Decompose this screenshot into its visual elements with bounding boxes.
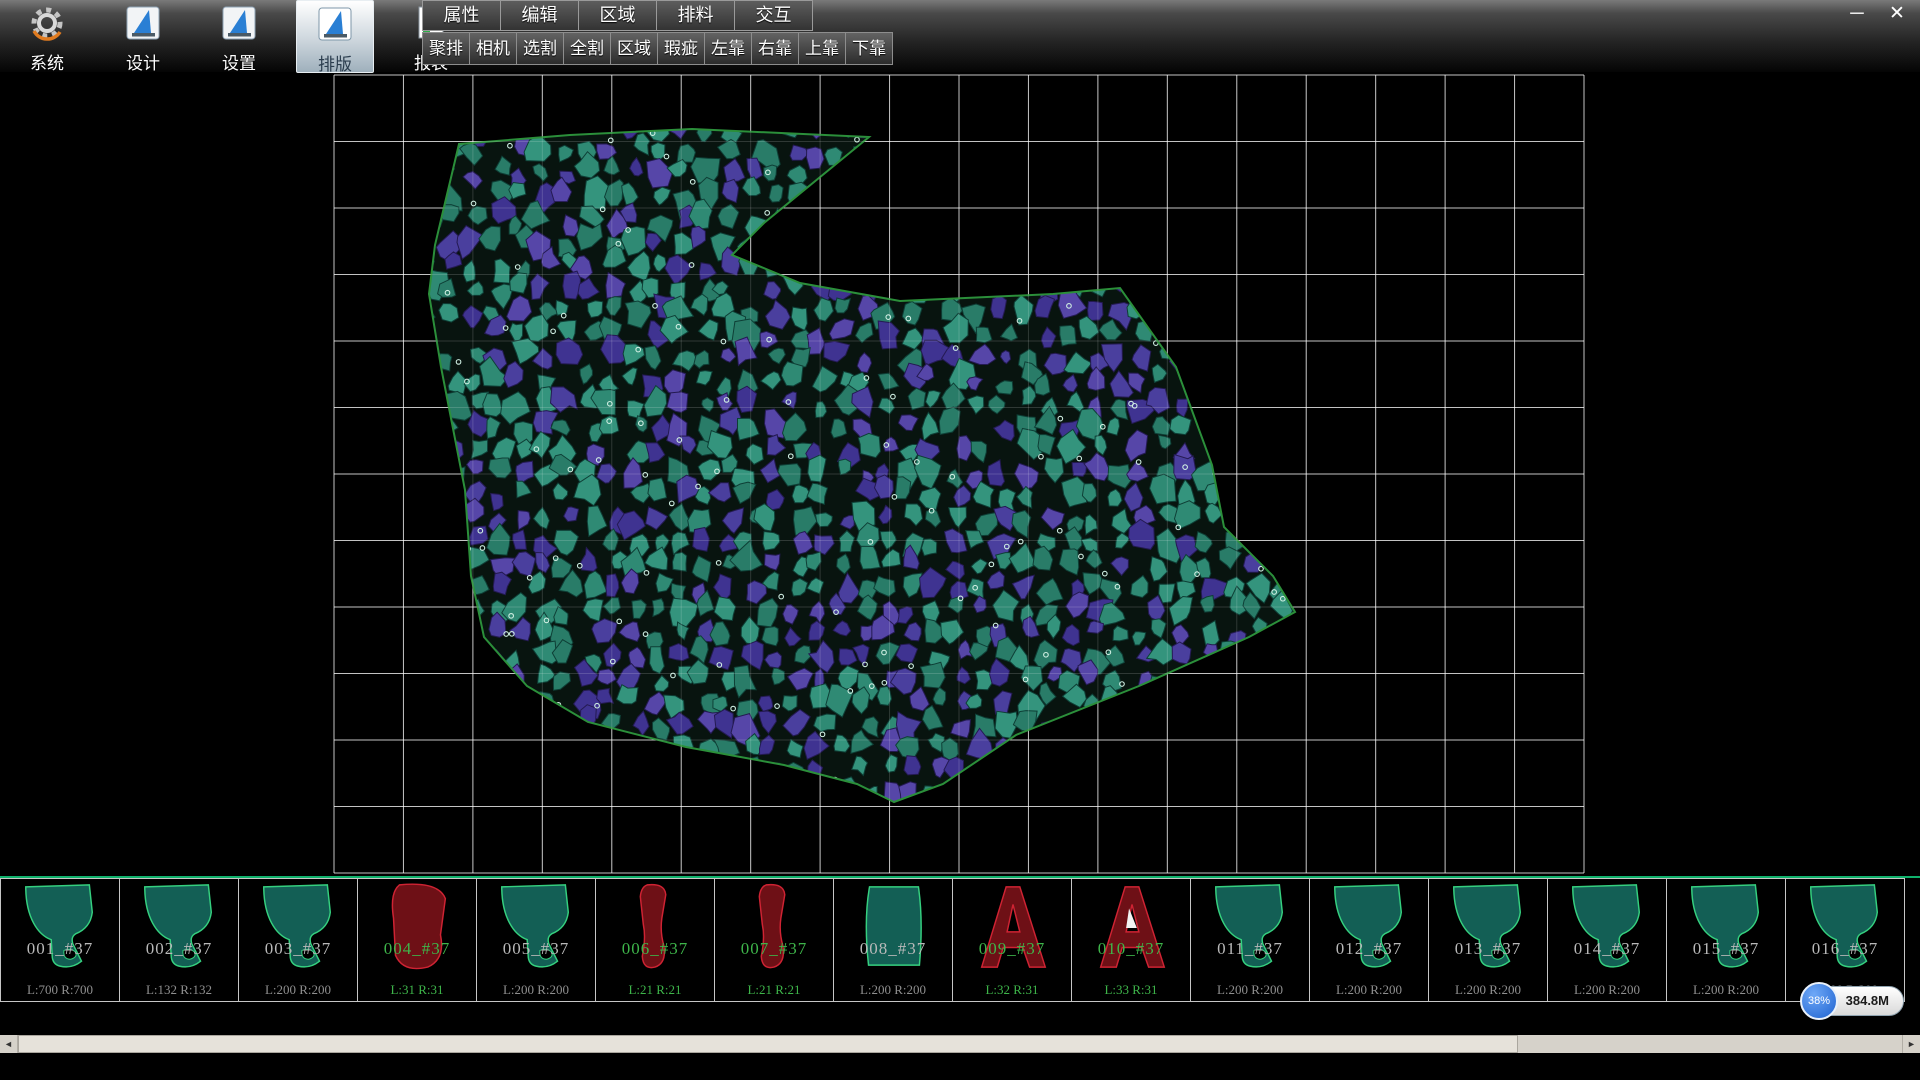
piece-id: 010_#37	[1072, 939, 1190, 959]
scroll-left-arrow[interactable]: ◄	[0, 1035, 18, 1053]
piece-thumbnail-strip: 001_#37L:700 R:700002_#37L:132 R:132003_…	[0, 876, 1920, 1002]
piece-id: 007_#37	[715, 939, 833, 959]
piece-lr-count: L:200 R:200	[1191, 982, 1309, 998]
tool-button-9[interactable]: 上靠	[798, 32, 846, 65]
tool-button-3[interactable]: 选割	[516, 32, 564, 65]
menu-tab-1[interactable]: 属性	[422, 0, 501, 31]
progress-circle: 38%	[1800, 982, 1838, 1020]
piece-lr-count: L:200 R:200	[477, 982, 595, 998]
menu-tab-row: 属性编辑区域排料交互	[422, 0, 892, 31]
piece-id: 013_#37	[1429, 939, 1547, 959]
toolbar-button-1[interactable]: 系统	[8, 0, 86, 73]
toolbar-button-4[interactable]: 排版	[296, 0, 374, 73]
piece-id: 001_#37	[1, 939, 119, 959]
piece-thumbnail[interactable]: 011_#37 L:200 R:200	[1190, 878, 1310, 1002]
piece-thumbnail[interactable]: 015_#37 L:200 R:200	[1666, 878, 1786, 1002]
piece-id: 015_#37	[1667, 939, 1785, 959]
main-toolbar: 系统设计设置排版报表	[8, 0, 470, 73]
minimize-button[interactable]: ─	[1844, 2, 1870, 26]
tool-button-8[interactable]: 右靠	[751, 32, 799, 65]
nesting-canvas-svg	[0, 73, 1920, 878]
piece-id: 002_#37	[120, 939, 238, 959]
design-icon	[124, 4, 162, 47]
piece-lr-count: L:33 R:31	[1072, 982, 1190, 998]
horizontal-scrollbar[interactable]: ◄ ►	[0, 1035, 1920, 1053]
nesting-canvas[interactable]	[0, 73, 1920, 878]
piece-lr-count: L:200 R:200	[1310, 982, 1428, 998]
piece-thumbnail[interactable]: 009_#37 L:32 R:31	[952, 878, 1072, 1002]
piece-id: 003_#37	[239, 939, 357, 959]
toolbar-button-label: 排版	[318, 50, 352, 75]
piece-id: 011_#37	[1191, 939, 1309, 959]
piece-lr-count: L:700 R:700	[1, 982, 119, 998]
tool-button-1[interactable]: 聚排	[422, 32, 470, 65]
close-button[interactable]: ✕	[1884, 2, 1910, 26]
piece-thumbnail[interactable]: 008_#37 L:200 R:200	[833, 878, 953, 1002]
menu-tab-4[interactable]: 排料	[656, 0, 735, 31]
toolbar-button-label: 设置	[222, 49, 256, 74]
piece-lr-count: L:31 R:31	[358, 982, 476, 998]
toolbar-button-2[interactable]: 设计	[104, 0, 182, 73]
layout-icon	[316, 5, 354, 48]
window-controls: ─ ✕	[1844, 2, 1910, 26]
settings-icon	[220, 4, 258, 47]
piece-lr-count: L:200 R:200	[1667, 982, 1785, 998]
scrollbar-thumb[interactable]	[18, 1035, 1518, 1053]
scroll-right-arrow[interactable]: ►	[1902, 1035, 1920, 1053]
piece-id: 016_#37	[1786, 939, 1904, 959]
tool-button-2[interactable]: 相机	[469, 32, 517, 65]
menu-tab-3[interactable]: 区域	[578, 0, 657, 31]
toolbar-button-3[interactable]: 设置	[200, 0, 278, 73]
piece-thumbnail[interactable]: 001_#37 L:700 R:700	[0, 878, 120, 1002]
menu-tab-2[interactable]: 编辑	[500, 0, 579, 31]
piece-id: 012_#37	[1310, 939, 1428, 959]
toolbar-button-label: 系统	[30, 49, 64, 74]
piece-lr-count: L:32 R:31	[953, 982, 1071, 998]
gear-icon	[28, 4, 66, 47]
piece-id: 005_#37	[477, 939, 595, 959]
piece-thumbnail[interactable]: 012_#37 L:200 R:200	[1309, 878, 1429, 1002]
piece-id: 014_#37	[1548, 939, 1666, 959]
piece-thumbnail[interactable]: 016_#37L:200 R:200	[1785, 878, 1905, 1002]
piece-lr-count: L:21 R:21	[715, 982, 833, 998]
tool-button-5[interactable]: 区域	[610, 32, 658, 65]
piece-id: 008_#37	[834, 939, 952, 959]
menu-tab-5[interactable]: 交互	[734, 0, 813, 31]
piece-thumbnail[interactable]: 002_#37 L:132 R:132	[119, 878, 239, 1002]
piece-thumbnail[interactable]: 013_#37 L:200 R:200	[1428, 878, 1548, 1002]
piece-thumbnail[interactable]: 004_#37 L:31 R:31	[357, 878, 477, 1002]
piece-id: 009_#37	[953, 939, 1071, 959]
piece-thumbnail[interactable]: 005_#37 L:200 R:200	[476, 878, 596, 1002]
toolbar-button-label: 设计	[126, 49, 160, 74]
piece-id: 006_#37	[596, 939, 714, 959]
piece-lr-count: L:200 R:200	[834, 982, 952, 998]
piece-lr-count: L:200 R:200	[1548, 982, 1666, 998]
piece-thumbnail[interactable]: 014_#37 L:200 R:200	[1547, 878, 1667, 1002]
piece-thumbnail[interactable]: 007_#37 L:21 R:21	[714, 878, 834, 1002]
tool-button-4[interactable]: 全割	[563, 32, 611, 65]
app-window: 系统设计设置排版报表 属性编辑区域排料交互 聚排相机选割全割区域瑕疵左靠右靠上靠…	[0, 0, 1920, 1080]
piece-id: 004_#37	[358, 939, 476, 959]
menu-area: 属性编辑区域排料交互 聚排相机选割全割区域瑕疵左靠右靠上靠下靠	[422, 0, 892, 66]
tool-button-7[interactable]: 左靠	[704, 32, 752, 65]
piece-lr-count: L:200 R:200	[239, 982, 357, 998]
tool-button-10[interactable]: 下靠	[845, 32, 893, 65]
top-toolbar: 系统设计设置排版报表 属性编辑区域排料交互 聚排相机选割全割区域瑕疵左靠右靠上靠…	[0, 0, 1920, 73]
piece-thumbnail[interactable]: 006_#37 L:21 R:21	[595, 878, 715, 1002]
piece-lr-count: L:21 R:21	[596, 982, 714, 998]
piece-lr-count: L:132 R:132	[120, 982, 238, 998]
tool-button-row: 聚排相机选割全割区域瑕疵左靠右靠上靠下靠	[422, 32, 892, 66]
tool-button-6[interactable]: 瑕疵	[657, 32, 705, 65]
piece-thumbnail[interactable]: 003_#37 L:200 R:200	[238, 878, 358, 1002]
piece-lr-count: L:200 R:200	[1429, 982, 1547, 998]
piece-thumbnail[interactable]: 010_#37 L:33 R:31	[1071, 878, 1191, 1002]
